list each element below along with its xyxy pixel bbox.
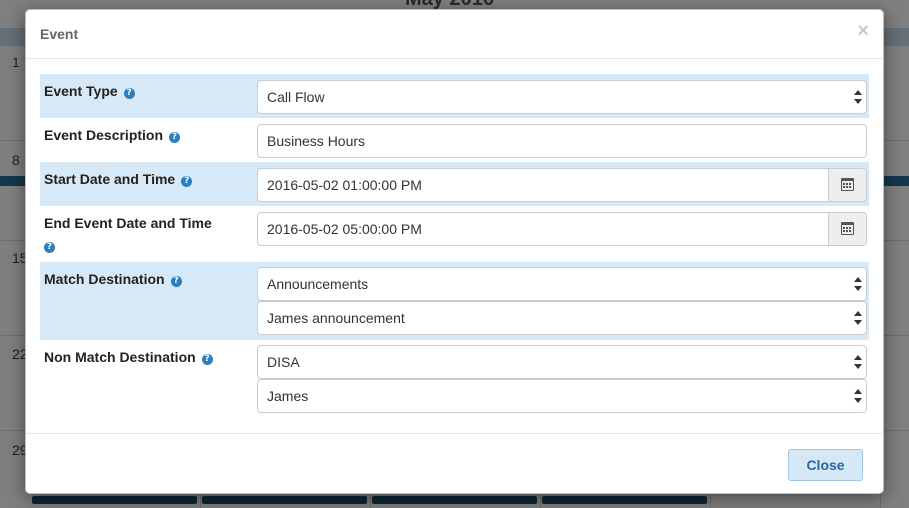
match-destination-label: Match Destination? [44, 268, 244, 290]
event-type-select[interactable]: Call Flow [257, 80, 867, 114]
start-datetime-row: Start Date and Time? 2016-05-02 01:00:00… [40, 162, 869, 206]
match-destination-target-select[interactable]: James announcement [257, 301, 867, 335]
help-icon[interactable]: ? [181, 176, 193, 187]
match-destination-type-select[interactable]: Announcements [257, 267, 867, 301]
event-type-row: Event Type? Call Flow [40, 74, 869, 118]
end-datetime-row: End Event Date and Time? 2016-05-02 05:0… [40, 206, 869, 262]
end-datetime-picker-button[interactable] [828, 213, 866, 245]
event-description-row: Event Description? Business Hours [40, 118, 869, 162]
help-icon[interactable]: ? [170, 276, 182, 287]
non-match-destination-type-select[interactable]: DISA [257, 345, 867, 379]
help-icon[interactable]: ? [201, 354, 213, 365]
end-datetime-label: End Event Date and Time? [44, 215, 212, 253]
event-modal: Event × Event Type? Call Flow Event Desc… [25, 9, 884, 494]
select-arrows-icon [854, 388, 862, 404]
select-arrows-icon [854, 310, 862, 326]
calendar-icon [841, 222, 854, 235]
start-datetime-picker-button[interactable] [828, 169, 866, 201]
event-description-label: Event Description? [44, 124, 244, 146]
non-match-destination-row: Non Match Destination? DISA James [40, 340, 869, 418]
modal-header: Event × [26, 10, 883, 59]
match-destination-row: Match Destination? Announcements James a… [40, 262, 869, 340]
close-icon[interactable]: × [857, 21, 869, 41]
modal-title: Event [40, 26, 79, 42]
start-datetime-label: Start Date and Time? [44, 168, 244, 190]
calendar-icon [841, 178, 854, 191]
event-description-input[interactable]: Business Hours [257, 124, 867, 158]
non-match-destination-label: Non Match Destination? [44, 346, 244, 368]
event-type-label: Event Type? [44, 80, 244, 102]
help-icon[interactable]: ? [123, 88, 135, 99]
help-icon[interactable]: ? [44, 242, 55, 253]
modal-footer: Close [26, 433, 883, 493]
close-button[interactable]: Close [788, 449, 863, 481]
end-datetime-input[interactable]: 2016-05-02 05:00:00 PM [257, 212, 867, 246]
start-datetime-input[interactable]: 2016-05-02 01:00:00 PM [257, 168, 867, 202]
help-icon[interactable]: ? [169, 132, 181, 143]
non-match-destination-target-select[interactable]: James [257, 379, 867, 413]
select-arrows-icon [854, 354, 862, 370]
select-arrows-icon [854, 276, 862, 292]
select-arrows-icon [854, 89, 862, 105]
